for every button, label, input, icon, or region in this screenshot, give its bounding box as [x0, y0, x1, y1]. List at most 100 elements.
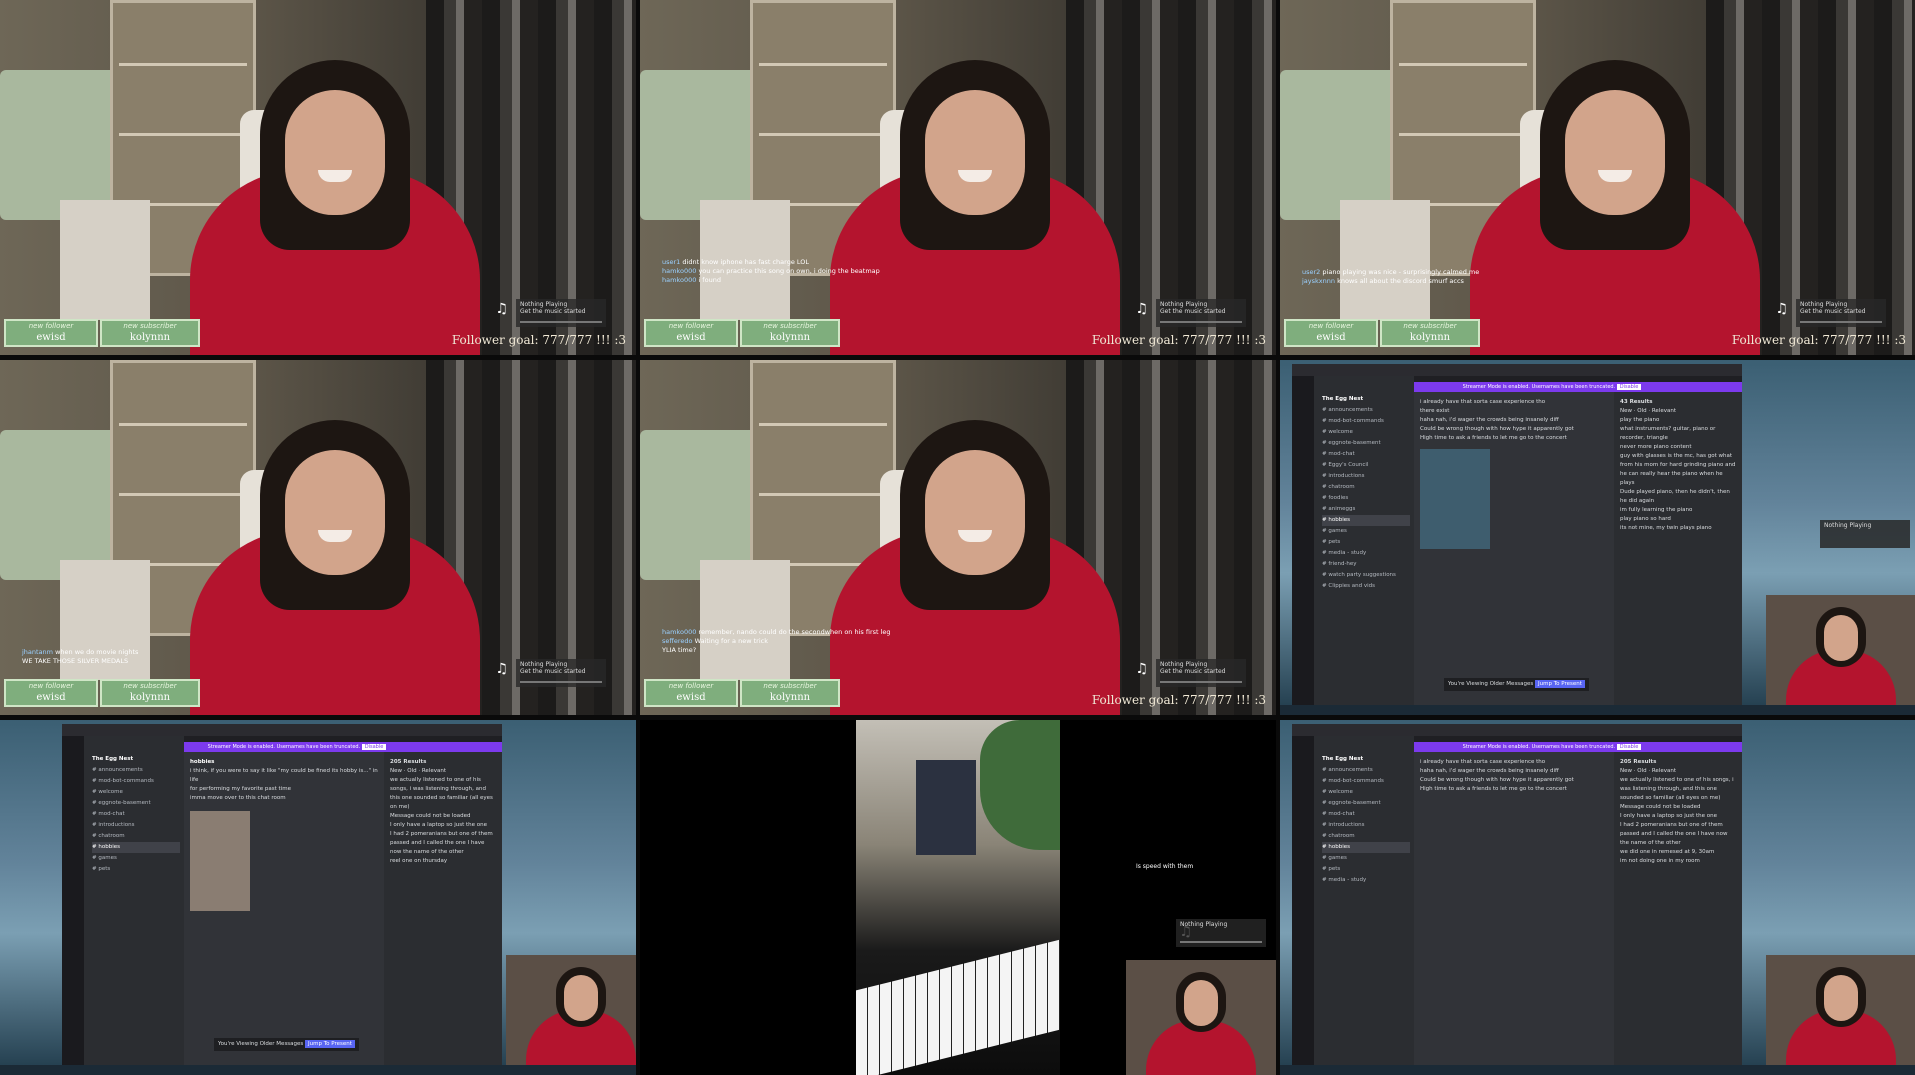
channel-list: The Egg Nest # announcements # mod-bot-c…: [1314, 376, 1414, 709]
channel-item[interactable]: # eggnote-basement: [92, 798, 180, 809]
sort-old[interactable]: Old: [1637, 408, 1646, 414]
channel-item[interactable]: # pets: [92, 864, 180, 875]
disable-button[interactable]: Disable: [1616, 744, 1642, 750]
taskbar[interactable]: [1280, 1065, 1915, 1075]
search-result[interactable]: we actually listened to one of his songs…: [390, 776, 496, 812]
search-result[interactable]: its not mine, my twin plays piano: [1620, 524, 1736, 533]
image-attachment[interactable]: [190, 811, 250, 911]
chat-overlay: user2 piano playing was nice - surprisin…: [1302, 268, 1542, 286]
channel-item[interactable]: # friend-hey: [1322, 559, 1410, 570]
search-result[interactable]: im fully learning the piano: [1620, 506, 1736, 515]
search-result[interactable]: guy with glasses is the mc, has got what…: [1620, 452, 1736, 488]
channel-item[interactable]: # announcements: [1322, 405, 1410, 416]
channel-item[interactable]: # mod-bot-commands: [1322, 776, 1410, 787]
browser-tab-bar[interactable]: [62, 724, 502, 736]
server-name[interactable]: The Egg Nest: [1322, 754, 1410, 765]
search-result[interactable]: what instruments? guitar, piano or recor…: [1620, 425, 1736, 443]
channel-item[interactable]: # Clippies and vids: [1322, 581, 1410, 592]
video-thumbnail[interactable]: [1420, 449, 1490, 549]
chat-line: hamko000 i found: [662, 276, 721, 284]
browser-tab-bar[interactable]: [1292, 364, 1742, 376]
search-result[interactable]: play piano so hard: [1620, 515, 1736, 524]
piano-camera: [856, 720, 1060, 1075]
chat-overlay: hamko000 remember, nando could do the se…: [662, 628, 902, 655]
channel-item[interactable]: # mod-bot-commands: [1322, 416, 1410, 427]
channel-item[interactable]: # games: [1322, 853, 1410, 864]
search-result[interactable]: never more piano content: [1620, 443, 1736, 452]
channel-item[interactable]: # chatroom: [1322, 831, 1410, 842]
channel-item-active[interactable]: # hobbies: [1322, 515, 1410, 526]
chat-line: YLIA time?: [662, 646, 697, 654]
channel-item[interactable]: # welcome: [1322, 427, 1410, 438]
channel-item[interactable]: # pets: [1322, 864, 1410, 875]
browser-tab-bar[interactable]: [1292, 724, 1742, 736]
webcam-tile-3: user2 piano playing was nice - surprisin…: [1280, 0, 1915, 355]
channel-item[interactable]: # eggnote-basement: [1322, 798, 1410, 809]
search-result[interactable]: we actually listened to one of his songs…: [1620, 776, 1736, 803]
search-result[interactable]: Dude played piano, then he didn't, then …: [1620, 488, 1736, 506]
message: i already have that sorta case experienc…: [1420, 759, 1546, 765]
search-results: 43 Results New · Old · Relevant play the…: [1614, 392, 1742, 709]
chat-line: sefferedo Waiting for a new trick: [662, 637, 768, 645]
channel-item[interactable]: # games: [1322, 526, 1410, 537]
search-result[interactable]: we did one in remesed at 9, 30am: [1620, 848, 1736, 857]
search-result[interactable]: play the piano: [1620, 416, 1736, 425]
server-list[interactable]: [1292, 376, 1314, 709]
taskbar[interactable]: [1280, 705, 1915, 715]
jump-to-present-button[interactable]: Jump To Present: [305, 1040, 355, 1048]
new-sub-badge: new subscriber kolynnn: [100, 319, 200, 347]
chat-line: jhantanm when we do movie nights: [22, 648, 139, 656]
disable-button[interactable]: Disable: [1616, 384, 1642, 390]
channel-item[interactable]: # eggnote-basement: [1322, 438, 1410, 449]
streamer: [830, 60, 1120, 355]
channel-item[interactable]: # Eggy's Council: [1322, 460, 1410, 471]
search-result[interactable]: I only have a laptop so just the one: [390, 821, 496, 830]
webcam-tile-1: new follower ewisd new subscriber kolynnn …: [0, 0, 636, 355]
browser-window: Streamer Mode is enabled. Usernames have…: [1292, 364, 1742, 709]
search-result[interactable]: im not doing one in my room: [1620, 857, 1736, 866]
channel-item[interactable]: # mod-bot-commands: [92, 776, 180, 787]
channel-item[interactable]: # games: [92, 853, 180, 864]
channel-item-active[interactable]: # hobbies: [92, 842, 180, 853]
server-name[interactable]: The Egg Nest: [92, 754, 180, 765]
channel-item[interactable]: # welcome: [92, 787, 180, 798]
jump-to-present-button[interactable]: Jump To Present: [1535, 680, 1585, 688]
disable-button[interactable]: Disable: [361, 744, 387, 750]
results-count: 205 Results: [390, 759, 427, 765]
channel-item[interactable]: # welcome: [1322, 787, 1410, 798]
search-result[interactable]: I had 2 pomeranians but one of them pass…: [1620, 821, 1736, 848]
channel-item-active[interactable]: # hobbies: [1322, 842, 1410, 853]
sort-new[interactable]: New: [1620, 408, 1632, 414]
channel-item[interactable]: # media - study: [1322, 548, 1410, 559]
music-note-icon: ♫: [1135, 661, 1148, 677]
channel-item[interactable]: # mod-chat: [1322, 449, 1410, 460]
streamer-mode-banner: Streamer Mode is enabled. Usernames have…: [1362, 382, 1742, 392]
search-results: 205 Results New · Old · Relevant we actu…: [1614, 752, 1742, 1069]
server-list[interactable]: [1292, 736, 1314, 1069]
search-result[interactable]: I had 2 pomeranians but one of them pass…: [390, 830, 496, 857]
channel-item[interactable]: # animeggs: [1322, 504, 1410, 515]
taskbar[interactable]: [0, 1065, 636, 1075]
channel-item[interactable]: # chatroom: [92, 831, 180, 842]
channel-item[interactable]: # announcements: [1322, 765, 1410, 776]
search-result[interactable]: reel one on thursday: [390, 857, 496, 866]
channel-item[interactable]: # watch party suggestions: [1322, 570, 1410, 581]
channel-item[interactable]: # chatroom: [1322, 482, 1410, 493]
search-result[interactable]: Message could not be loaded: [390, 812, 496, 821]
server-name[interactable]: The Egg Nest: [1322, 394, 1410, 405]
channel-item[interactable]: # introductions: [1322, 471, 1410, 482]
channel-item[interactable]: # announcements: [92, 765, 180, 776]
channel-item[interactable]: # foodies: [1322, 493, 1410, 504]
server-list[interactable]: [62, 736, 84, 1069]
channel-item[interactable]: # introductions: [1322, 820, 1410, 831]
search-result[interactable]: I only have a laptop so just the one: [1620, 812, 1736, 821]
channel-item[interactable]: # introductions: [92, 820, 180, 831]
channel-item[interactable]: # mod-chat: [92, 809, 180, 820]
search-result[interactable]: Message could not be loaded: [1620, 803, 1736, 812]
channel-item[interactable]: # mod-chat: [1322, 809, 1410, 820]
search-results: 205 Results New · Old · Relevant we actu…: [384, 752, 502, 1069]
channel-item[interactable]: # pets: [1322, 537, 1410, 548]
channel-item[interactable]: # media - study: [1322, 875, 1410, 886]
sort-relevant[interactable]: Relevant: [1652, 408, 1676, 414]
now-playing-title: Nothing Playing: [520, 301, 568, 308]
